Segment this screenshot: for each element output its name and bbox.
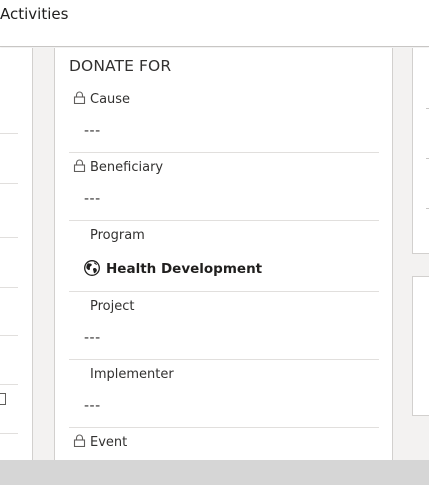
right-card-lower (412, 276, 429, 416)
field-divider (69, 291, 379, 292)
left-card-divider (0, 384, 18, 385)
left-card-divider (0, 237, 18, 238)
left-card-divider (0, 133, 18, 134)
field-divider (69, 427, 379, 428)
field-value-beneficiary[interactable]: --- (84, 191, 101, 207)
field-value-program-link[interactable]: Health Development (106, 261, 262, 277)
field-divider (69, 152, 379, 153)
calendar-icon[interactable] (0, 393, 6, 405)
field-label-implementer: Implementer (90, 367, 174, 382)
left-card-divider (0, 287, 18, 288)
left-card-divider (0, 433, 18, 434)
donate-for-section: DONATE FOR Cause --- Beneficiary --- Pro… (54, 48, 393, 460)
left-card (0, 48, 33, 460)
field-label-beneficiary: Beneficiary (90, 160, 164, 175)
tab-activities[interactable]: Activities (0, 5, 68, 23)
section-title: DONATE FOR (69, 57, 172, 75)
globe-icon (84, 260, 100, 276)
field-label-cause: Cause (90, 92, 131, 107)
field-label-project: Project (90, 299, 135, 314)
field-label-event: Event (90, 435, 128, 450)
left-card-divider (0, 335, 18, 336)
lock-icon (73, 434, 86, 447)
field-value-project[interactable]: --- (84, 330, 101, 346)
field-value-implementer[interactable]: --- (84, 398, 101, 414)
field-label-program: Program (90, 228, 145, 243)
lock-icon (73, 91, 86, 104)
field-divider (69, 220, 379, 221)
lock-icon (73, 159, 86, 172)
left-card-divider (0, 183, 18, 184)
field-value-cause[interactable]: --- (84, 123, 101, 139)
right-card (412, 48, 429, 254)
status-bar (0, 460, 429, 485)
field-divider (69, 359, 379, 360)
header-bar: Activities (0, 0, 429, 47)
